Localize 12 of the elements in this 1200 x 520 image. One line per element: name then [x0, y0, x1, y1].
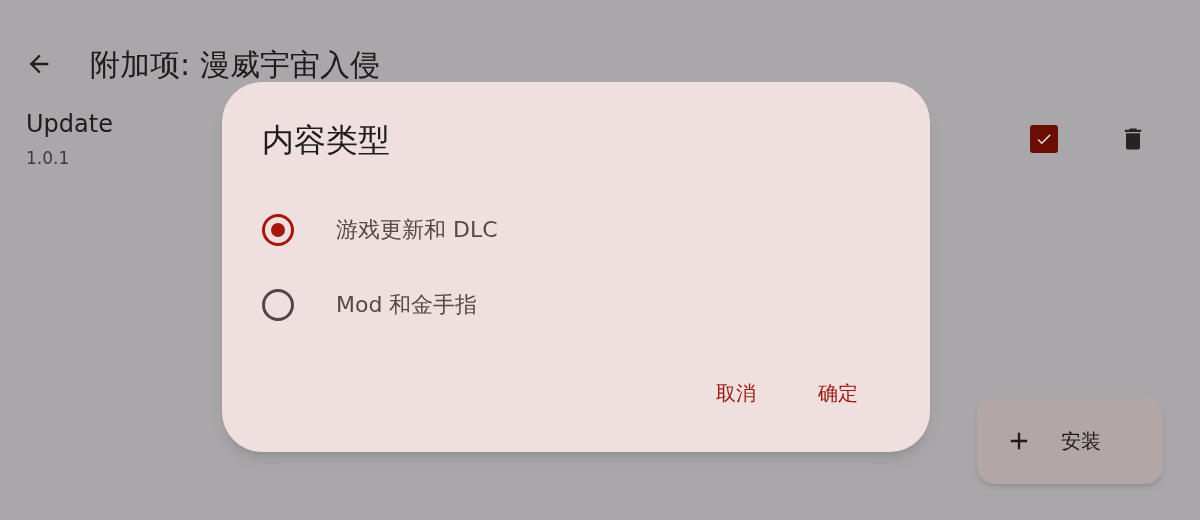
item-version: 1.0.1 — [26, 147, 70, 170]
option-label[interactable]: 游戏更新和 DLC — [336, 213, 498, 246]
item-name: Update — [26, 109, 113, 140]
radio-button[interactable] — [262, 288, 294, 321]
dialog-button[interactable]: 确定 — [812, 372, 864, 414]
dialog-title: 内容类型 — [262, 120, 391, 161]
install-fab[interactable]: 安装 — [977, 398, 1163, 484]
option-label[interactable]: Mod 和金手指 — [336, 288, 478, 321]
screen-title: 附加项: 漫威宇宙入侵 — [90, 45, 380, 84]
radio-button[interactable] — [262, 213, 294, 246]
dialog-button[interactable]: 取消 — [710, 372, 762, 414]
item-checkbox[interactable] — [1030, 124, 1058, 153]
